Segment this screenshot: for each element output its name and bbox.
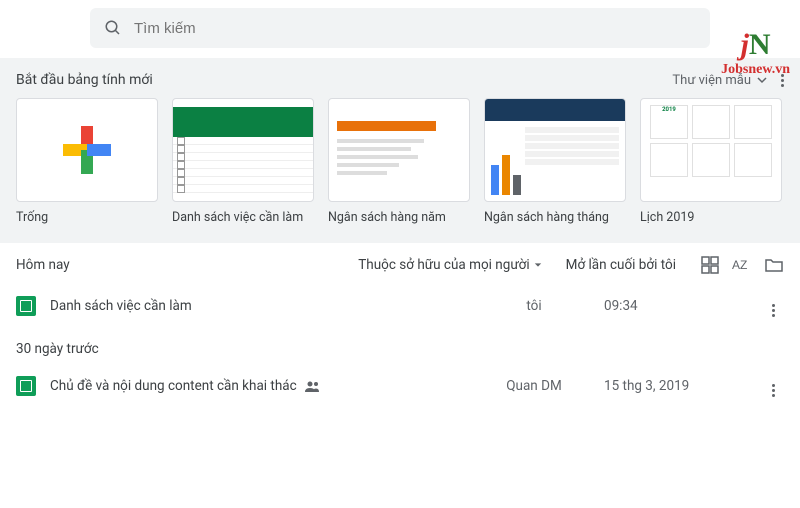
template-label: Ngân sách hàng năm — [328, 210, 470, 225]
templates-title: Bắt đầu bảng tính mới — [16, 72, 153, 88]
templates-section: Bắt đầu bảng tính mới Thư viện mẫu Trống… — [0, 58, 800, 243]
files-section: Hôm nay Thuộc sở hữu của mọi người Mở lầ… — [0, 243, 800, 407]
template-label: Ngân sách hàng tháng — [484, 210, 626, 225]
plus-icon — [63, 126, 111, 174]
file-owner: Quan DM — [464, 378, 604, 394]
template-blank[interactable]: Trống — [16, 98, 158, 225]
file-row[interactable]: Chủ đề và nội dung content cần khai thác… — [16, 365, 784, 407]
file-name: Chủ đề và nội dung content cần khai thác — [50, 378, 464, 394]
template-todo[interactable]: Danh sách việc cần làm — [172, 98, 314, 225]
template-label: Trống — [16, 210, 158, 225]
group-label: 30 ngày trước — [16, 341, 784, 357]
file-date: 15 thg 3, 2019 — [604, 378, 754, 394]
caret-down-icon — [534, 261, 542, 269]
file-more-button[interactable] — [754, 295, 784, 317]
search-icon — [104, 19, 122, 37]
folder-icon[interactable] — [764, 255, 784, 275]
section-today-label: Hôm nay — [16, 257, 70, 273]
sort-label: Mở lần cuối bởi tôi — [566, 257, 676, 273]
file-date: 09:34 — [604, 298, 754, 314]
template-calendar[interactable]: 2019 Lịch 2019 — [640, 98, 782, 225]
template-annual-budget[interactable]: Ngân sách hàng năm — [328, 98, 470, 225]
sort-az-icon[interactable]: AZ — [732, 255, 752, 275]
file-owner: tôi — [464, 298, 604, 314]
sheets-icon — [16, 296, 36, 316]
file-name: Danh sách việc cần làm — [50, 298, 464, 314]
file-more-button[interactable] — [754, 375, 784, 397]
template-label: Lịch 2019 — [640, 210, 782, 225]
file-row[interactable]: Danh sách việc cần làm tôi 09:34 — [16, 285, 784, 327]
grid-view-icon[interactable] — [700, 255, 720, 275]
search-input[interactable] — [134, 20, 696, 37]
template-monthly-budget[interactable]: Ngân sách hàng tháng — [484, 98, 626, 225]
svg-text:AZ: AZ — [732, 258, 747, 272]
sheets-icon — [16, 376, 36, 396]
search-bar[interactable] — [90, 8, 710, 48]
shared-icon — [305, 380, 321, 392]
watermark: jN Jobsnew.vn — [721, 28, 790, 78]
template-label: Danh sách việc cần làm — [172, 210, 314, 225]
owner-filter[interactable]: Thuộc sở hữu của mọi người — [358, 257, 541, 273]
